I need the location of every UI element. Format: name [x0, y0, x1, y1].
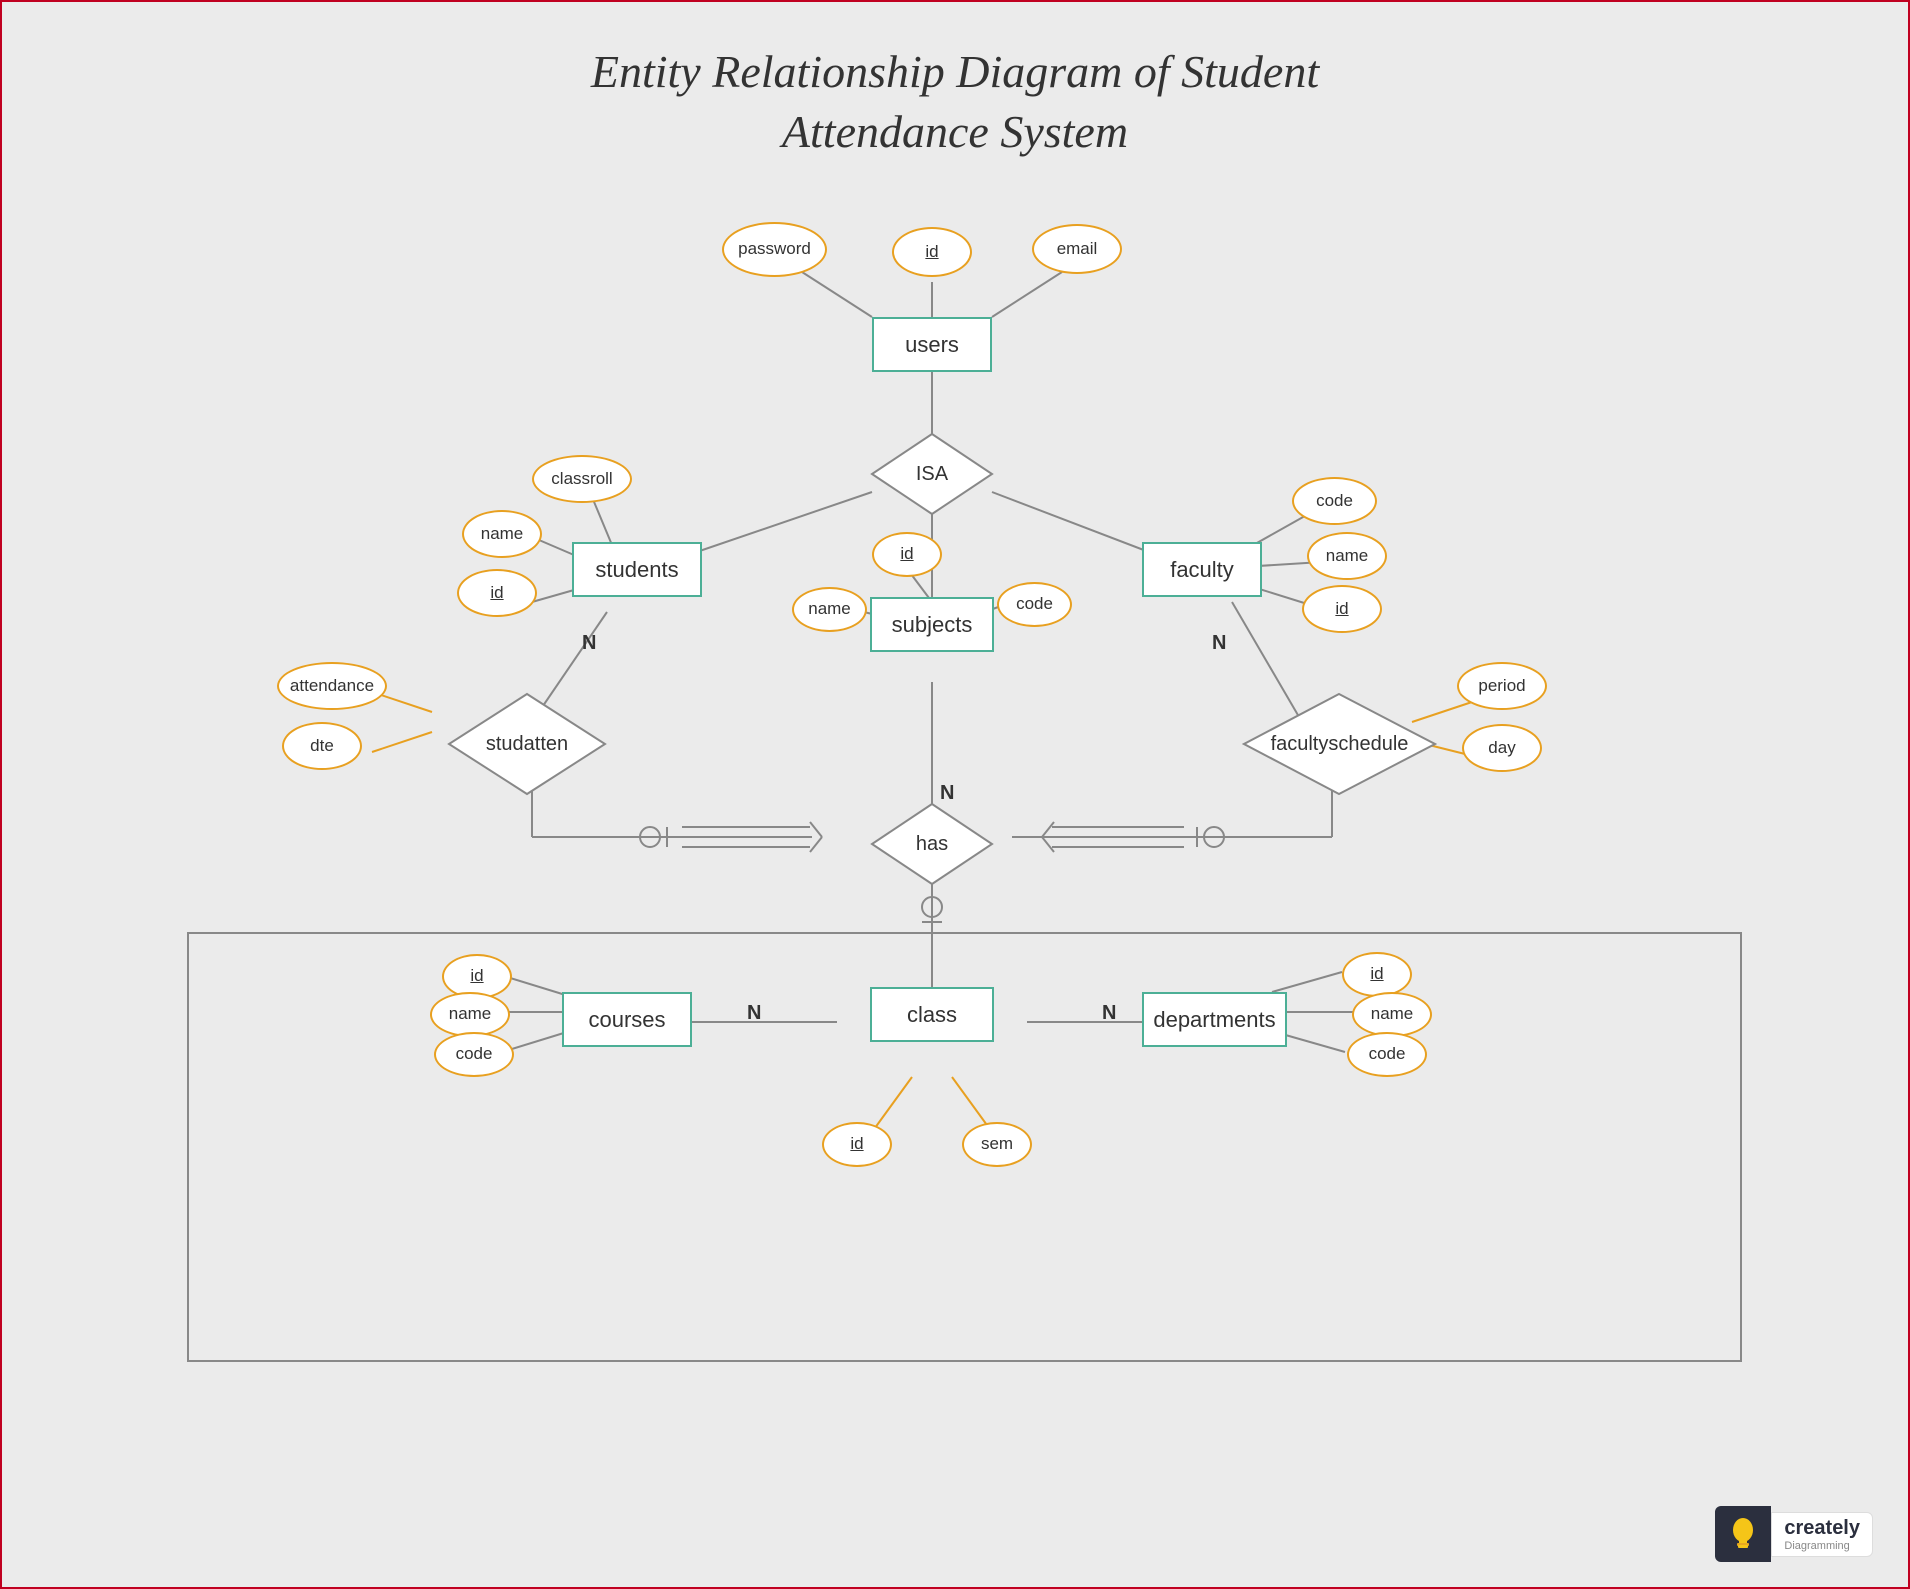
- attr-class-sem: sem: [962, 1122, 1032, 1167]
- attr-class-id: id: [822, 1122, 892, 1167]
- entity-users: users: [872, 317, 992, 372]
- diamond-studatten: studatten: [447, 692, 607, 797]
- entity-faculty: faculty: [1142, 542, 1262, 597]
- attr-students-name: name: [462, 510, 542, 558]
- attr-studatten-attendance: attendance: [277, 662, 387, 710]
- attr-faculty-code: code: [1292, 477, 1377, 525]
- attr-faculty-name: name: [1307, 532, 1387, 580]
- entity-departments: departments: [1142, 992, 1287, 1047]
- attr-students-id: id: [457, 569, 537, 617]
- attr-courses-name: name: [430, 992, 510, 1037]
- attr-courses-code: code: [434, 1032, 514, 1077]
- main-container: Entity Relationship Diagram of Student A…: [0, 0, 1910, 1589]
- attr-users-email: email: [1032, 224, 1122, 274]
- attr-subjects-code: code: [997, 582, 1072, 627]
- diamond-isa: ISA: [870, 432, 994, 517]
- attr-faculty-id: id: [1302, 585, 1382, 633]
- attr-subjects-id: id: [872, 532, 942, 577]
- diamond-facultyschedule: facultyschedule: [1242, 692, 1437, 797]
- attr-users-password: password: [722, 222, 827, 277]
- attr-departments-code: code: [1347, 1032, 1427, 1077]
- entity-class: class: [870, 987, 994, 1042]
- diagram-title: Entity Relationship Diagram of Student A…: [2, 2, 1908, 162]
- creately-logo: creately Diagramming: [1715, 1506, 1873, 1562]
- logo-text-area: creately Diagramming: [1771, 1512, 1873, 1557]
- attr-facultyschedule-day: day: [1462, 724, 1542, 772]
- logo-icon: [1715, 1506, 1771, 1562]
- n-label-faculty-facultyschedule: N: [1212, 632, 1226, 655]
- entity-students: students: [572, 542, 702, 597]
- attr-studatten-dte: dte: [282, 722, 362, 770]
- attr-students-classroll: classroll: [532, 455, 632, 503]
- diamond-has: has: [870, 802, 994, 887]
- entity-subjects: subjects: [870, 597, 994, 652]
- entity-courses: courses: [562, 992, 692, 1047]
- attr-departments-id: id: [1342, 952, 1412, 997]
- n-label-students-studatten: N: [582, 632, 596, 655]
- attr-facultyschedule-period: period: [1457, 662, 1547, 710]
- attr-departments-name: name: [1352, 992, 1432, 1037]
- attr-users-id: id: [892, 227, 972, 277]
- attr-subjects-name: name: [792, 587, 867, 632]
